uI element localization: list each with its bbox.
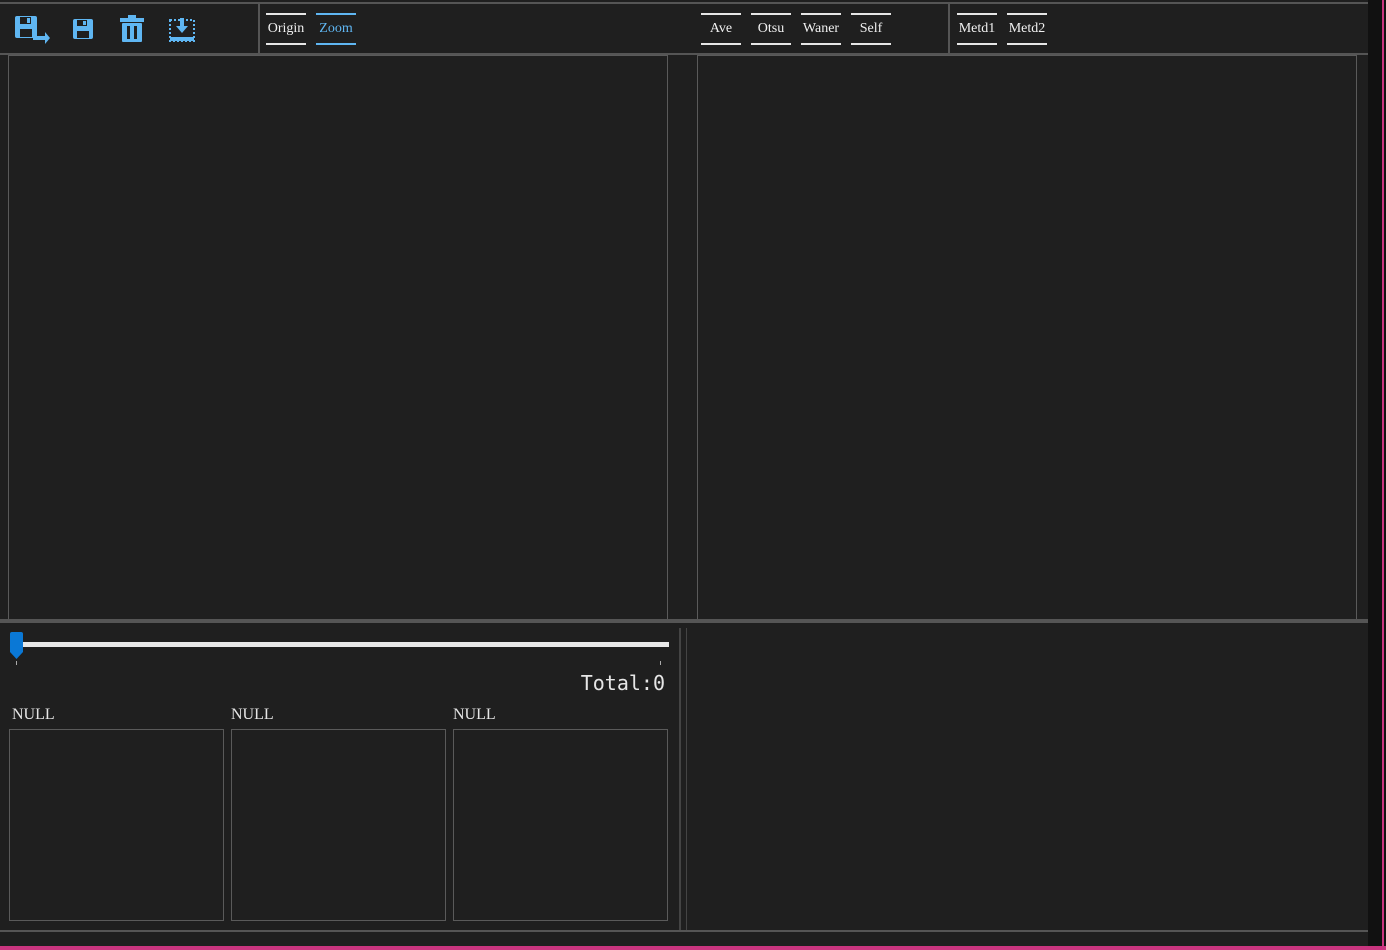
tab-metd1[interactable]: Metd1 [957,13,997,45]
tab-waner[interactable]: Waner [801,13,841,45]
bottom-divider [0,930,1369,932]
thumbnail-preview[interactable] [231,729,446,921]
save-as-icon [15,16,50,44]
save-as-button[interactable] [12,12,52,46]
tab-metd2[interactable]: Metd2 [1007,13,1047,45]
tab-origin[interactable]: Origin [266,13,306,45]
slider-tick [16,661,17,665]
tab-zoom[interactable]: Zoom [316,13,356,45]
toolbar-separator [258,4,260,55]
thumbnail-label: NULL [12,706,55,723]
thumbnail-preview[interactable] [453,729,668,921]
save-button[interactable] [63,12,103,46]
slider-tick [660,661,661,665]
save-icon [73,19,93,39]
tab-self[interactable]: Self [851,13,891,45]
toolbar [0,2,1369,55]
delete-button[interactable] [112,12,152,46]
import-icon [169,18,195,42]
window-border [1368,0,1386,950]
tab-ave[interactable]: Ave [701,13,741,45]
source-image-panel[interactable] [8,55,668,620]
total-count-label: Total:0 [580,671,665,695]
thumbnail-preview[interactable] [9,729,224,921]
thumbnail-label: NULL [231,706,274,723]
toolbar-separator [948,4,950,55]
delete-icon [120,15,144,42]
vertical-divider [679,628,687,931]
tab-otsu[interactable]: Otsu [751,13,791,45]
window-border [0,946,1386,950]
horizontal-divider [0,619,1369,623]
frame-slider-track[interactable] [14,642,669,647]
result-image-panel[interactable] [697,55,1357,620]
frame-slider-thumb[interactable] [9,632,24,660]
import-button[interactable] [162,12,202,46]
thumbnail-label: NULL [453,706,496,723]
